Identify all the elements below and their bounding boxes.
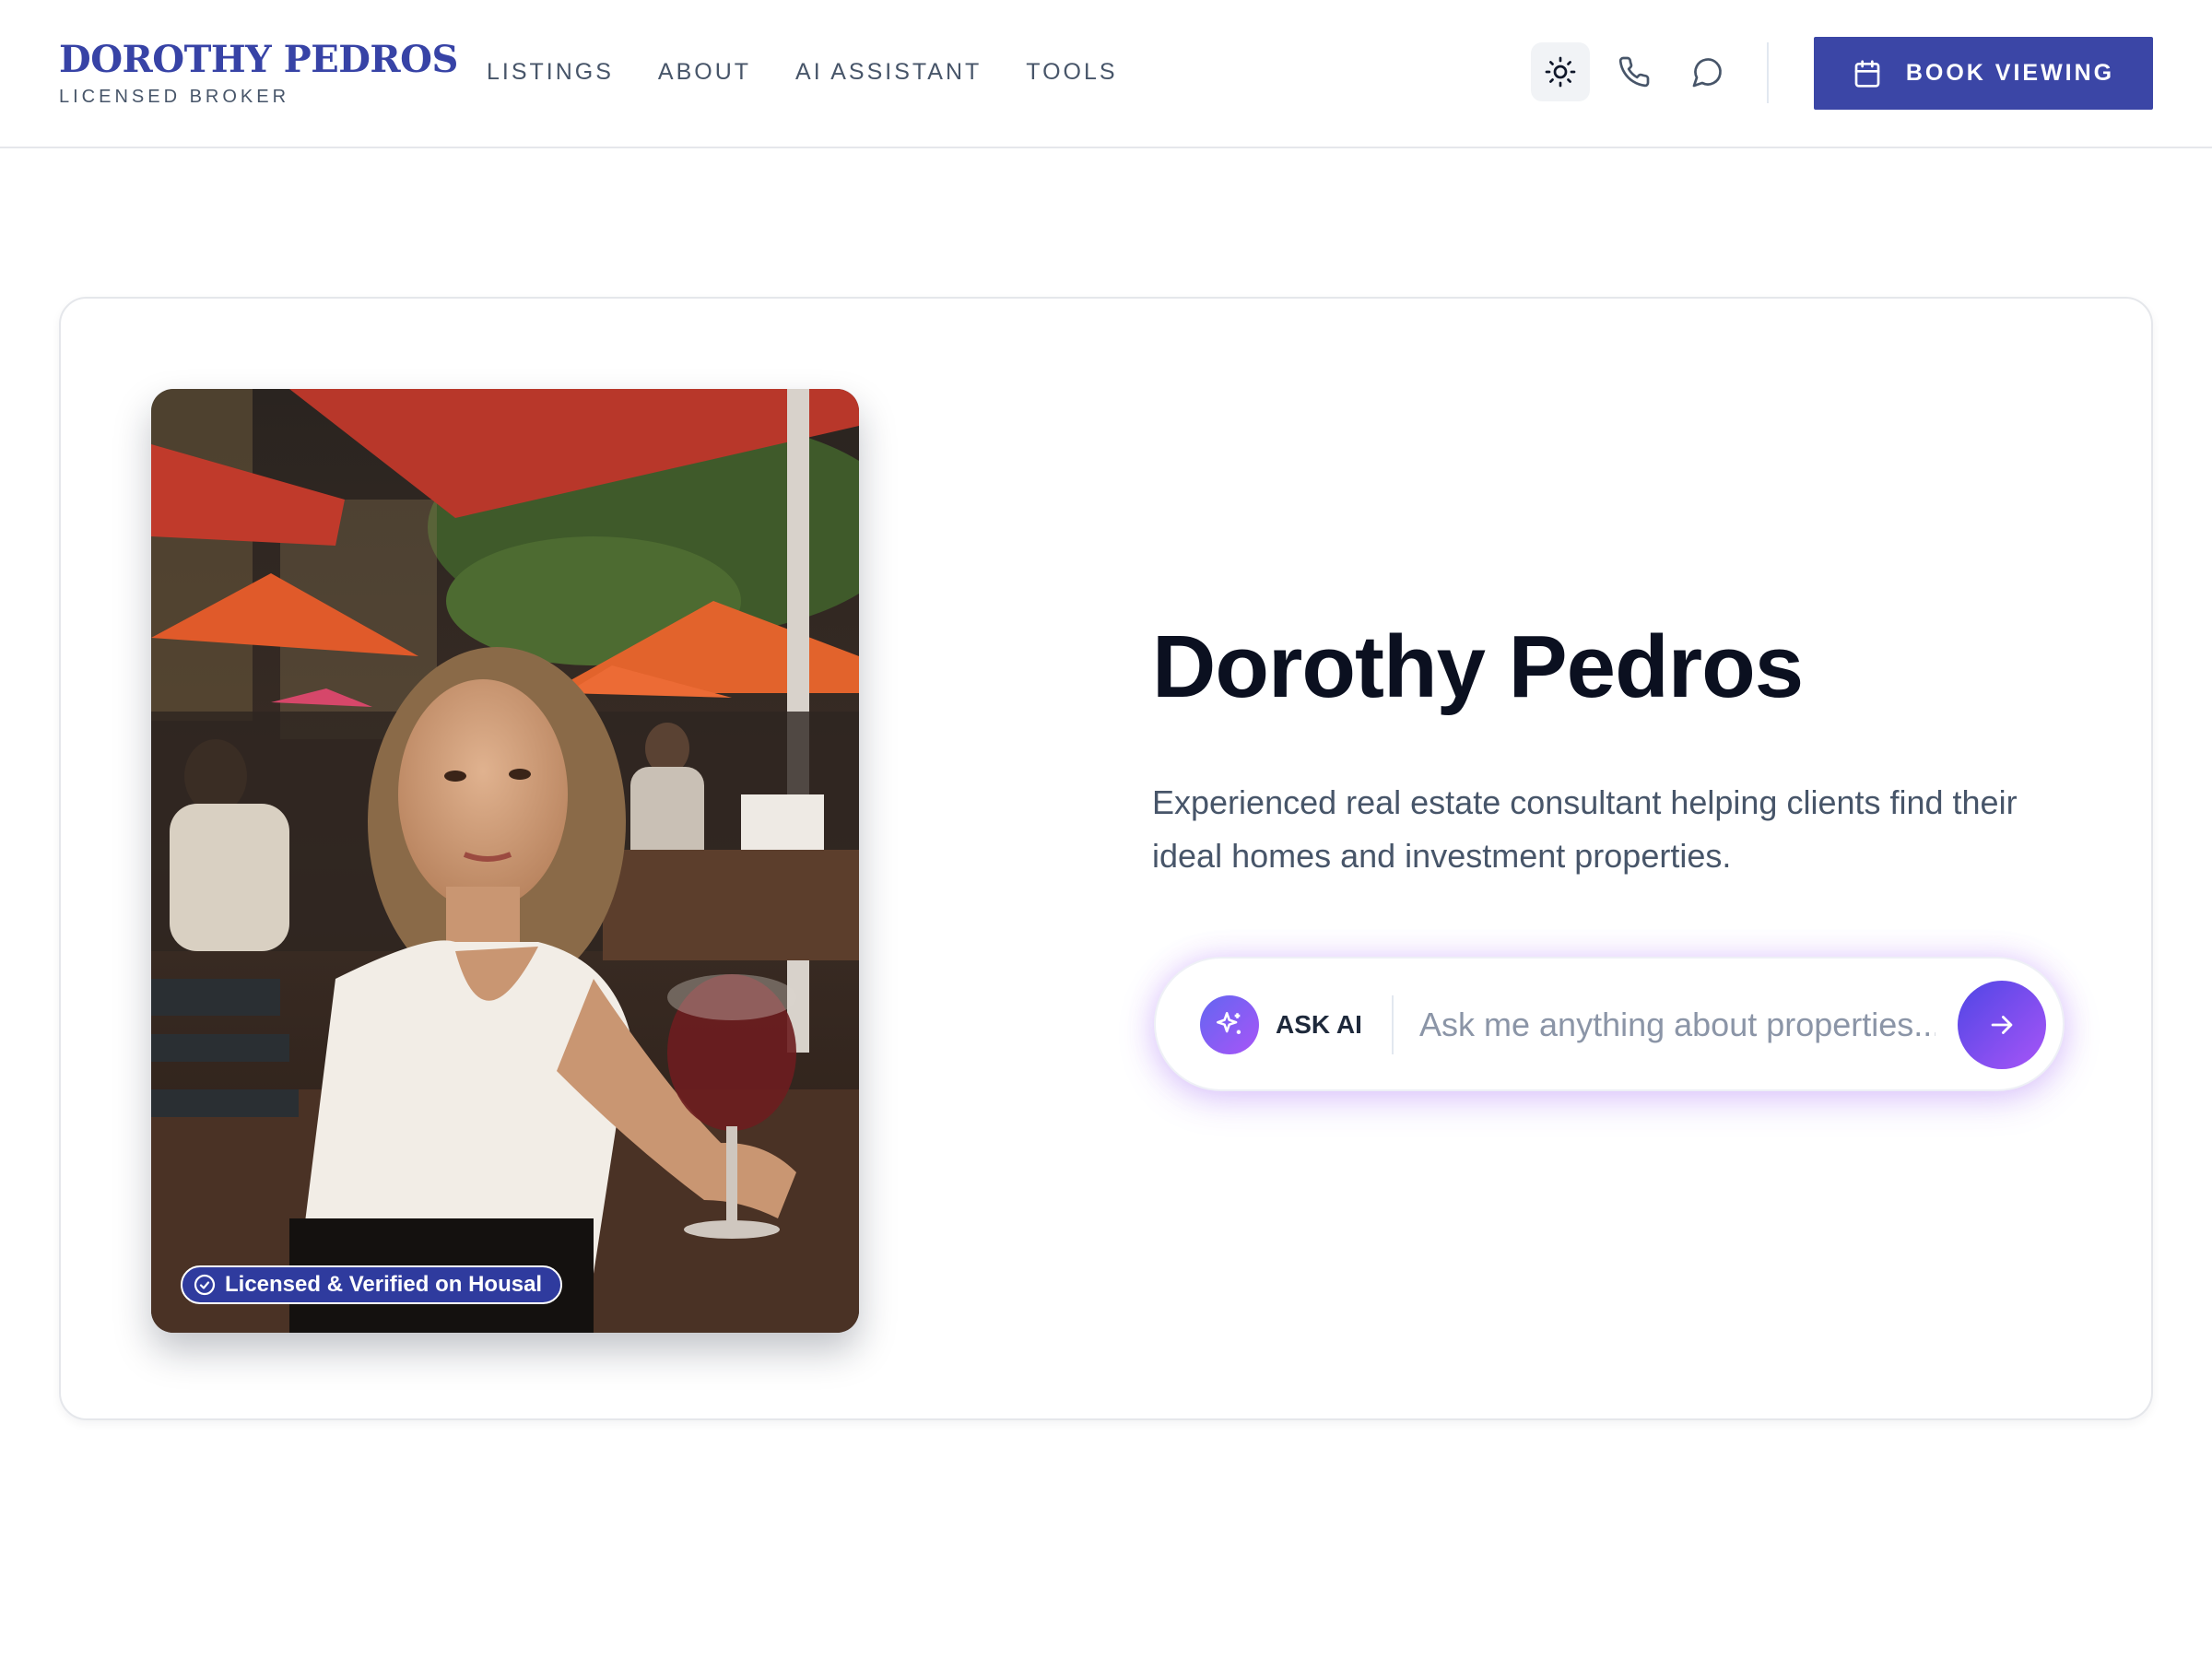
nav-link-ai-assistant[interactable]: AI ASSISTANT — [795, 57, 982, 87]
chat-icon — [1692, 58, 1722, 88]
phone-icon — [1618, 56, 1650, 88]
verified-badge-label: Licensed & Verified on Housal — [225, 1272, 543, 1297]
arrow-right-icon — [1991, 1016, 2013, 1034]
theme-toggle-button[interactable] — [1531, 42, 1590, 101]
calendar-icon — [1854, 59, 1880, 88]
ask-ai-label: ASK AI — [1276, 1010, 1362, 1039]
sparkle-icon — [1216, 1011, 1241, 1034]
ask-ai-separator — [1392, 995, 1394, 1054]
check-circle-icon — [194, 1274, 216, 1296]
profile-description: Experienced real estate consultant helpi… — [1152, 783, 2018, 875]
profile-card: Licensed & Verified on Housal Dorothy Pe… — [59, 297, 2153, 1420]
nav-link-listings[interactable]: LISTINGS — [487, 57, 614, 87]
call-button[interactable] — [1605, 42, 1664, 101]
ask-ai-send-button[interactable] — [1958, 981, 2046, 1069]
message-button[interactable] — [1678, 42, 1737, 101]
site-header: DOROTHY PEDROS LICENSED BROKER LISTINGS … — [0, 0, 2212, 148]
ask-ai-bar: ASK AI — [1154, 957, 2065, 1091]
ask-ai-badge — [1200, 995, 1259, 1054]
profile-name: Dorothy Pedros — [1152, 618, 1804, 716]
nav-link-tools[interactable]: TOOLS — [1026, 57, 1117, 87]
book-viewing-button[interactable]: BOOK VIEWING — [1814, 37, 2153, 110]
ask-ai-input[interactable] — [1419, 995, 1936, 1054]
brand-logo[interactable]: DOROTHY PEDROS LICENSED BROKER — [59, 37, 458, 108]
main-nav: LISTINGS ABOUT AI ASSISTANT TOOLS — [487, 57, 1118, 87]
profile-photo-image — [151, 389, 859, 1333]
brand-subtitle: LICENSED BROKER — [59, 87, 290, 107]
nav-link-about[interactable]: ABOUT — [658, 57, 751, 87]
brand-name: DOROTHY PEDROS — [59, 38, 458, 81]
verified-badge: Licensed & Verified on Housal — [181, 1265, 563, 1304]
header-divider — [1767, 42, 1769, 103]
profile-photo: Licensed & Verified on Housal — [151, 389, 859, 1333]
book-viewing-label: BOOK VIEWING — [1905, 60, 2115, 86]
sun-icon — [1545, 56, 1576, 88]
